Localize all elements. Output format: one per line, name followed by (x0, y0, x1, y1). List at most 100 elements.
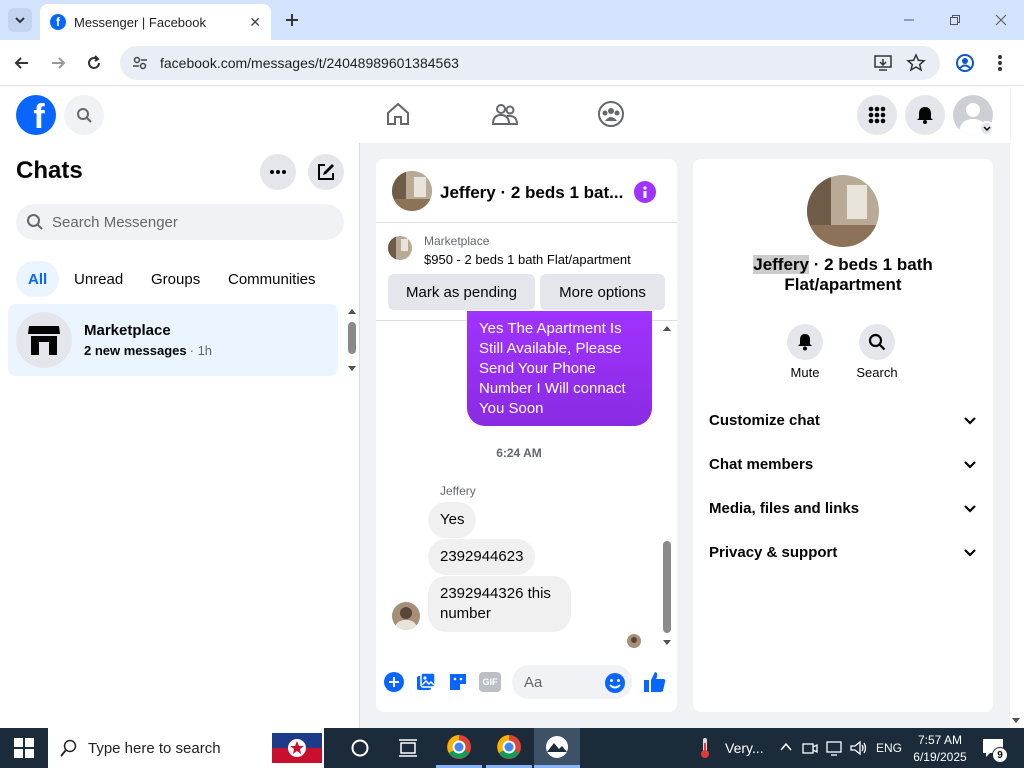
more-options-button[interactable]: More options (540, 274, 665, 310)
mute-button[interactable] (787, 324, 823, 360)
search-icon (77, 108, 92, 123)
section-label: Privacy & support (709, 544, 838, 561)
listing-title[interactable]: $950 - 2 beds 1 bath Flat/apartment (424, 252, 631, 267)
sticker-icon[interactable] (448, 672, 468, 697)
input-language[interactable]: ENG (876, 741, 902, 755)
plus-icon (389, 677, 399, 687)
bookmark-star-icon[interactable] (906, 53, 926, 78)
privacy-support-section[interactable]: Privacy & support (709, 544, 977, 561)
fb-search-button[interactable] (64, 95, 104, 135)
windows-start-icon[interactable] (14, 738, 34, 763)
weather-thermometer-icon[interactable] (698, 737, 712, 764)
read-receipt-avatar (627, 634, 641, 648)
taskbar-search-placeholder: Type here to search (88, 739, 221, 757)
show-hidden-icons-chevron[interactable] (779, 740, 793, 759)
account-chevron[interactable] (979, 121, 994, 136)
close-tab-icon[interactable]: ✕ (249, 14, 261, 31)
arrow-left-icon (14, 57, 28, 69)
chevron-down-icon (964, 504, 976, 513)
new-tab-button[interactable] (280, 8, 304, 32)
incoming-message[interactable]: 2392944623 (428, 539, 536, 575)
facebook-logo[interactable]: f (16, 95, 56, 135)
friends-nav-icon[interactable] (491, 100, 519, 133)
cortana-icon[interactable] (350, 738, 370, 763)
info-avatar[interactable] (807, 175, 879, 247)
incoming-message[interactable]: Yes (428, 502, 477, 538)
compose-icon (318, 164, 334, 180)
search-messenger-input[interactable]: Search Messenger (16, 204, 344, 240)
more-actions-icon[interactable] (384, 672, 404, 692)
gif-icon[interactable]: GIF (479, 672, 501, 692)
conversation-title[interactable]: Jeffery · 2 beds 1 bat... (440, 183, 623, 203)
url-text: facebook.com/messages/t/2404898960138456… (160, 55, 459, 71)
home-nav-icon[interactable] (384, 100, 412, 133)
taskbar-chrome-app[interactable] (436, 728, 482, 768)
bell-icon (798, 334, 812, 351)
attach-photo-icon[interactable] (416, 672, 436, 697)
tab-title: Messenger | Facebook (74, 14, 206, 30)
close-window-button[interactable] (989, 8, 1013, 32)
filter-unread[interactable]: Unread (62, 261, 135, 297)
new-message-button[interactable] (308, 154, 344, 190)
chats-scrollbar[interactable] (346, 308, 358, 372)
plus-icon (286, 14, 298, 26)
browser-tab[interactable]: f Messenger | Facebook ✕ (40, 4, 271, 40)
notifications-button[interactable] (905, 95, 945, 135)
weather-text[interactable]: Very... (725, 740, 764, 756)
listing-thumbnail (388, 236, 412, 260)
profile-icon[interactable] (955, 53, 975, 78)
conversation-scrollbar[interactable] (662, 324, 672, 649)
filter-all[interactable]: All (16, 261, 60, 297)
marketplace-avatar (16, 312, 72, 368)
section-label: Customize chat (709, 412, 820, 429)
chat-members-section[interactable]: Chat members (709, 456, 977, 473)
reload-button[interactable] (81, 50, 107, 76)
browser-menu-icon[interactable] (996, 53, 1004, 78)
restore-button[interactable] (943, 8, 967, 32)
like-thumbs-up-icon[interactable] (643, 670, 667, 699)
taskbar-active-app[interactable] (534, 728, 580, 768)
taskbar-chrome-profile-app[interactable] (486, 728, 532, 768)
search-highlight-flag-icon[interactable] (272, 729, 322, 767)
search-label: Search (856, 365, 898, 380)
meet-now-icon[interactable] (802, 740, 818, 761)
emoji-icon[interactable] (604, 672, 626, 699)
customize-chat-section[interactable]: Customize chat (709, 412, 977, 429)
forward-button[interactable] (45, 50, 71, 76)
back-button[interactable] (9, 50, 35, 76)
address-bar[interactable]: facebook.com/messages/t/2404898960138456… (120, 46, 940, 80)
chats-options-button[interactable] (260, 154, 296, 190)
taskbar-clock[interactable]: 7:57 AM 6/19/2025 (910, 732, 970, 766)
conversation-avatar[interactable] (392, 171, 432, 211)
incoming-message[interactable]: 2392944326 this number (428, 576, 571, 632)
listing-source: Marketplace (424, 234, 490, 248)
task-view-icon[interactable] (398, 738, 418, 763)
mark-as-pending-button[interactable]: Mark as pending (388, 274, 535, 310)
tab-search-button[interactable] (8, 8, 32, 32)
sender-avatar[interactable] (392, 602, 420, 630)
search-in-conversation-button[interactable] (859, 324, 895, 360)
network-icon[interactable] (826, 740, 844, 761)
install-app-icon[interactable] (873, 53, 893, 78)
grid-icon (868, 106, 886, 124)
chrome-icon (447, 735, 471, 759)
minimize-button[interactable] (897, 8, 921, 32)
info-icon (643, 186, 647, 198)
conversation-info-icon[interactable] (634, 181, 656, 203)
chevron-down-icon (964, 548, 976, 557)
shop-icon (28, 326, 60, 355)
site-info-icon[interactable] (132, 55, 148, 71)
thread-time: · 1h (189, 343, 213, 358)
filter-communities[interactable]: Communities (216, 261, 328, 297)
media-files-links-section[interactable]: Media, files and links (709, 500, 977, 517)
section-label: Media, files and links (709, 500, 860, 517)
groups-nav-icon[interactable] (597, 100, 625, 133)
logo-letter: f (33, 98, 45, 135)
outgoing-message[interactable]: Yes The Apartment Is Still Available, Pl… (467, 311, 652, 426)
chrome-icon (497, 735, 521, 759)
name-highlight: Jeffery (753, 255, 809, 274)
volume-icon[interactable] (850, 740, 868, 761)
filter-groups[interactable]: Groups (139, 261, 212, 297)
more-dots-icon (270, 170, 286, 174)
menu-grid-button[interactable] (857, 95, 897, 135)
